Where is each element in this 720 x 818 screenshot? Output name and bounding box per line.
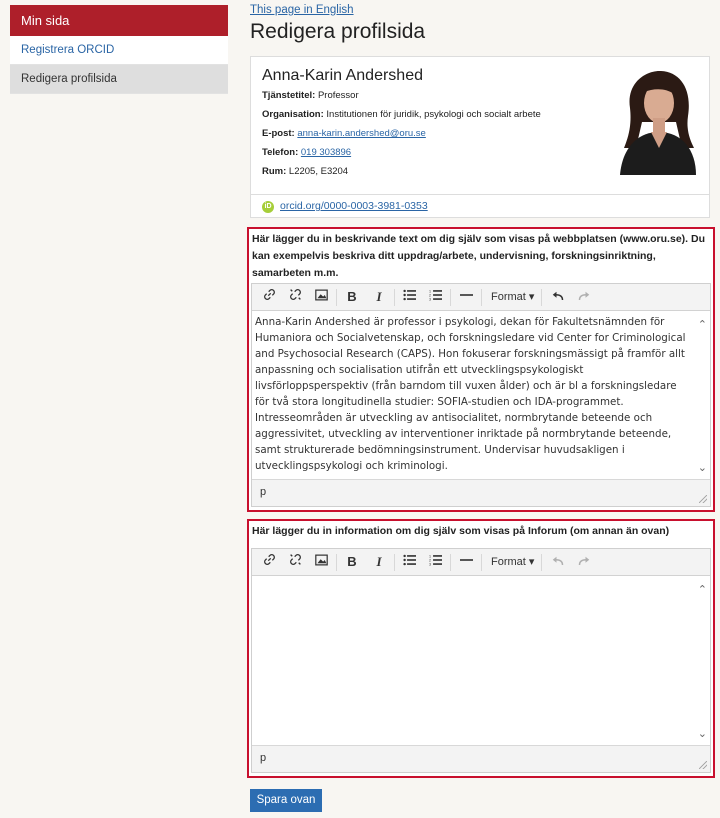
bullet-list-icon[interactable] — [398, 551, 420, 573]
profile-room: Rum: L2205, E3204 — [262, 166, 348, 177]
horizontal-rule-icon[interactable] — [455, 286, 477, 308]
orcid-icon: iD — [262, 201, 274, 213]
profile-card: Anna-Karin Andershed Tjänstetitel: Profe… — [250, 56, 710, 218]
profile-email: E-post: anna-karin.andershed@oru.se — [262, 128, 426, 139]
email-label: E-post: — [262, 128, 295, 139]
editor-statusbar: p — [252, 479, 710, 506]
element-path: p — [260, 752, 267, 764]
caret-down-icon: ▾ — [528, 291, 535, 303]
editor-statusbar: p — [252, 745, 710, 772]
job-title-value: Professor — [317, 90, 359, 101]
rich-text-editor: B I 123 Format ▾ ⌃ ⌄ p — [251, 548, 711, 773]
orcid-link[interactable]: orcid.org/0000-0003-3981-0353 — [280, 200, 428, 212]
save-button[interactable]: Spara ovan — [250, 789, 322, 812]
scroll-up-icon[interactable]: ⌃ — [698, 318, 707, 331]
numbered-list-icon[interactable]: 123 — [424, 551, 446, 573]
unlink-icon[interactable] — [284, 551, 306, 573]
scroll-down-icon[interactable]: ⌄ — [698, 727, 707, 740]
sidebar-item-edit-profile[interactable]: Redigera profilsida — [10, 65, 228, 94]
profile-phone: Telefon: 019 303896 — [262, 147, 351, 158]
editor-toolbar: B I 123 Format ▾ — [252, 284, 710, 311]
page-title: Redigera profilsida — [250, 20, 426, 43]
toolbar-separator — [450, 554, 451, 571]
undo-icon[interactable] — [547, 551, 569, 573]
svg-text:3: 3 — [429, 298, 431, 301]
room-label: Rum: — [262, 166, 287, 177]
unlink-icon[interactable] — [284, 286, 306, 308]
element-path: p — [260, 486, 267, 498]
toolbar-separator — [541, 289, 542, 306]
horizontal-rule-icon[interactable] — [455, 551, 477, 573]
editor-toolbar: B I 123 Format ▾ — [252, 549, 710, 576]
toolbar-separator — [481, 289, 482, 306]
inforum-editor-label: Här lägger du in information om dig själ… — [252, 525, 670, 537]
english-page-link[interactable]: This page in English — [250, 4, 354, 16]
bullet-list-icon[interactable] — [398, 286, 420, 308]
toolbar-separator — [541, 554, 542, 571]
image-icon[interactable] — [310, 286, 332, 308]
link-icon[interactable] — [258, 286, 280, 308]
sidebar-nav: Min sida Registrera ORCID Redigera profi… — [10, 5, 228, 94]
profile-organisation: Organisation: Institutionen för juridik,… — [262, 109, 541, 120]
bold-icon[interactable]: B — [341, 551, 363, 573]
format-dropdown[interactable]: Format ▾ — [491, 551, 534, 573]
profile-name: Anna-Karin Andershed — [262, 67, 423, 84]
italic-icon[interactable]: I — [368, 286, 390, 308]
description-editor-section: Här lägger du in beskrivande text om dig… — [247, 227, 715, 512]
rich-text-editor: B I 123 Format ▾ Anna-Karin Andershed är… — [251, 283, 711, 507]
inforum-text-area[interactable] — [252, 577, 710, 747]
numbered-list-icon[interactable]: 123 — [424, 286, 446, 308]
redo-icon[interactable] — [573, 551, 595, 573]
toolbar-separator — [336, 554, 337, 571]
sidebar-heading: Min sida — [10, 5, 228, 36]
bold-icon[interactable]: B — [341, 286, 363, 308]
toolbar-separator — [450, 289, 451, 306]
email-link[interactable]: anna-karin.andershed@oru.se — [297, 128, 425, 139]
profile-photo — [616, 68, 699, 175]
resize-handle-icon[interactable] — [699, 761, 707, 769]
scroll-up-icon[interactable]: ⌃ — [698, 583, 707, 596]
profile-divider — [251, 194, 709, 195]
toolbar-separator — [336, 289, 337, 306]
italic-icon[interactable]: I — [368, 551, 390, 573]
profile-job-title: Tjänstetitel: Professor — [262, 90, 359, 101]
organisation-label: Organisation: — [262, 109, 324, 120]
inforum-editor-section: Här lägger du in information om dig själ… — [247, 519, 715, 778]
description-editor-label: Här lägger du in beskrivande text om dig… — [252, 233, 705, 279]
caret-down-icon: ▾ — [528, 556, 535, 568]
toolbar-separator — [394, 289, 395, 306]
phone-link[interactable]: 019 303896 — [301, 147, 351, 158]
resize-handle-icon[interactable] — [699, 495, 707, 503]
organisation-value: Institutionen för juridik, psykologi och… — [326, 109, 541, 120]
sidebar-item-register-orcid[interactable]: Registrera ORCID — [10, 36, 228, 65]
svg-text:3: 3 — [429, 563, 431, 566]
room-value: L2205, E3204 — [288, 166, 349, 177]
description-text-area[interactable]: Anna-Karin Andershed är professor i psyk… — [252, 312, 710, 480]
job-title-label: Tjänstetitel: — [262, 90, 316, 101]
toolbar-separator — [481, 554, 482, 571]
image-icon[interactable] — [310, 551, 332, 573]
undo-icon[interactable] — [547, 286, 569, 308]
redo-icon[interactable] — [573, 286, 595, 308]
format-dropdown-label: Format — [491, 291, 526, 303]
format-dropdown-label: Format — [491, 556, 526, 568]
scroll-down-icon[interactable]: ⌄ — [698, 461, 707, 474]
link-icon[interactable] — [258, 551, 280, 573]
format-dropdown[interactable]: Format ▾ — [491, 286, 534, 308]
toolbar-separator — [394, 554, 395, 571]
phone-label: Telefon: — [262, 147, 299, 158]
